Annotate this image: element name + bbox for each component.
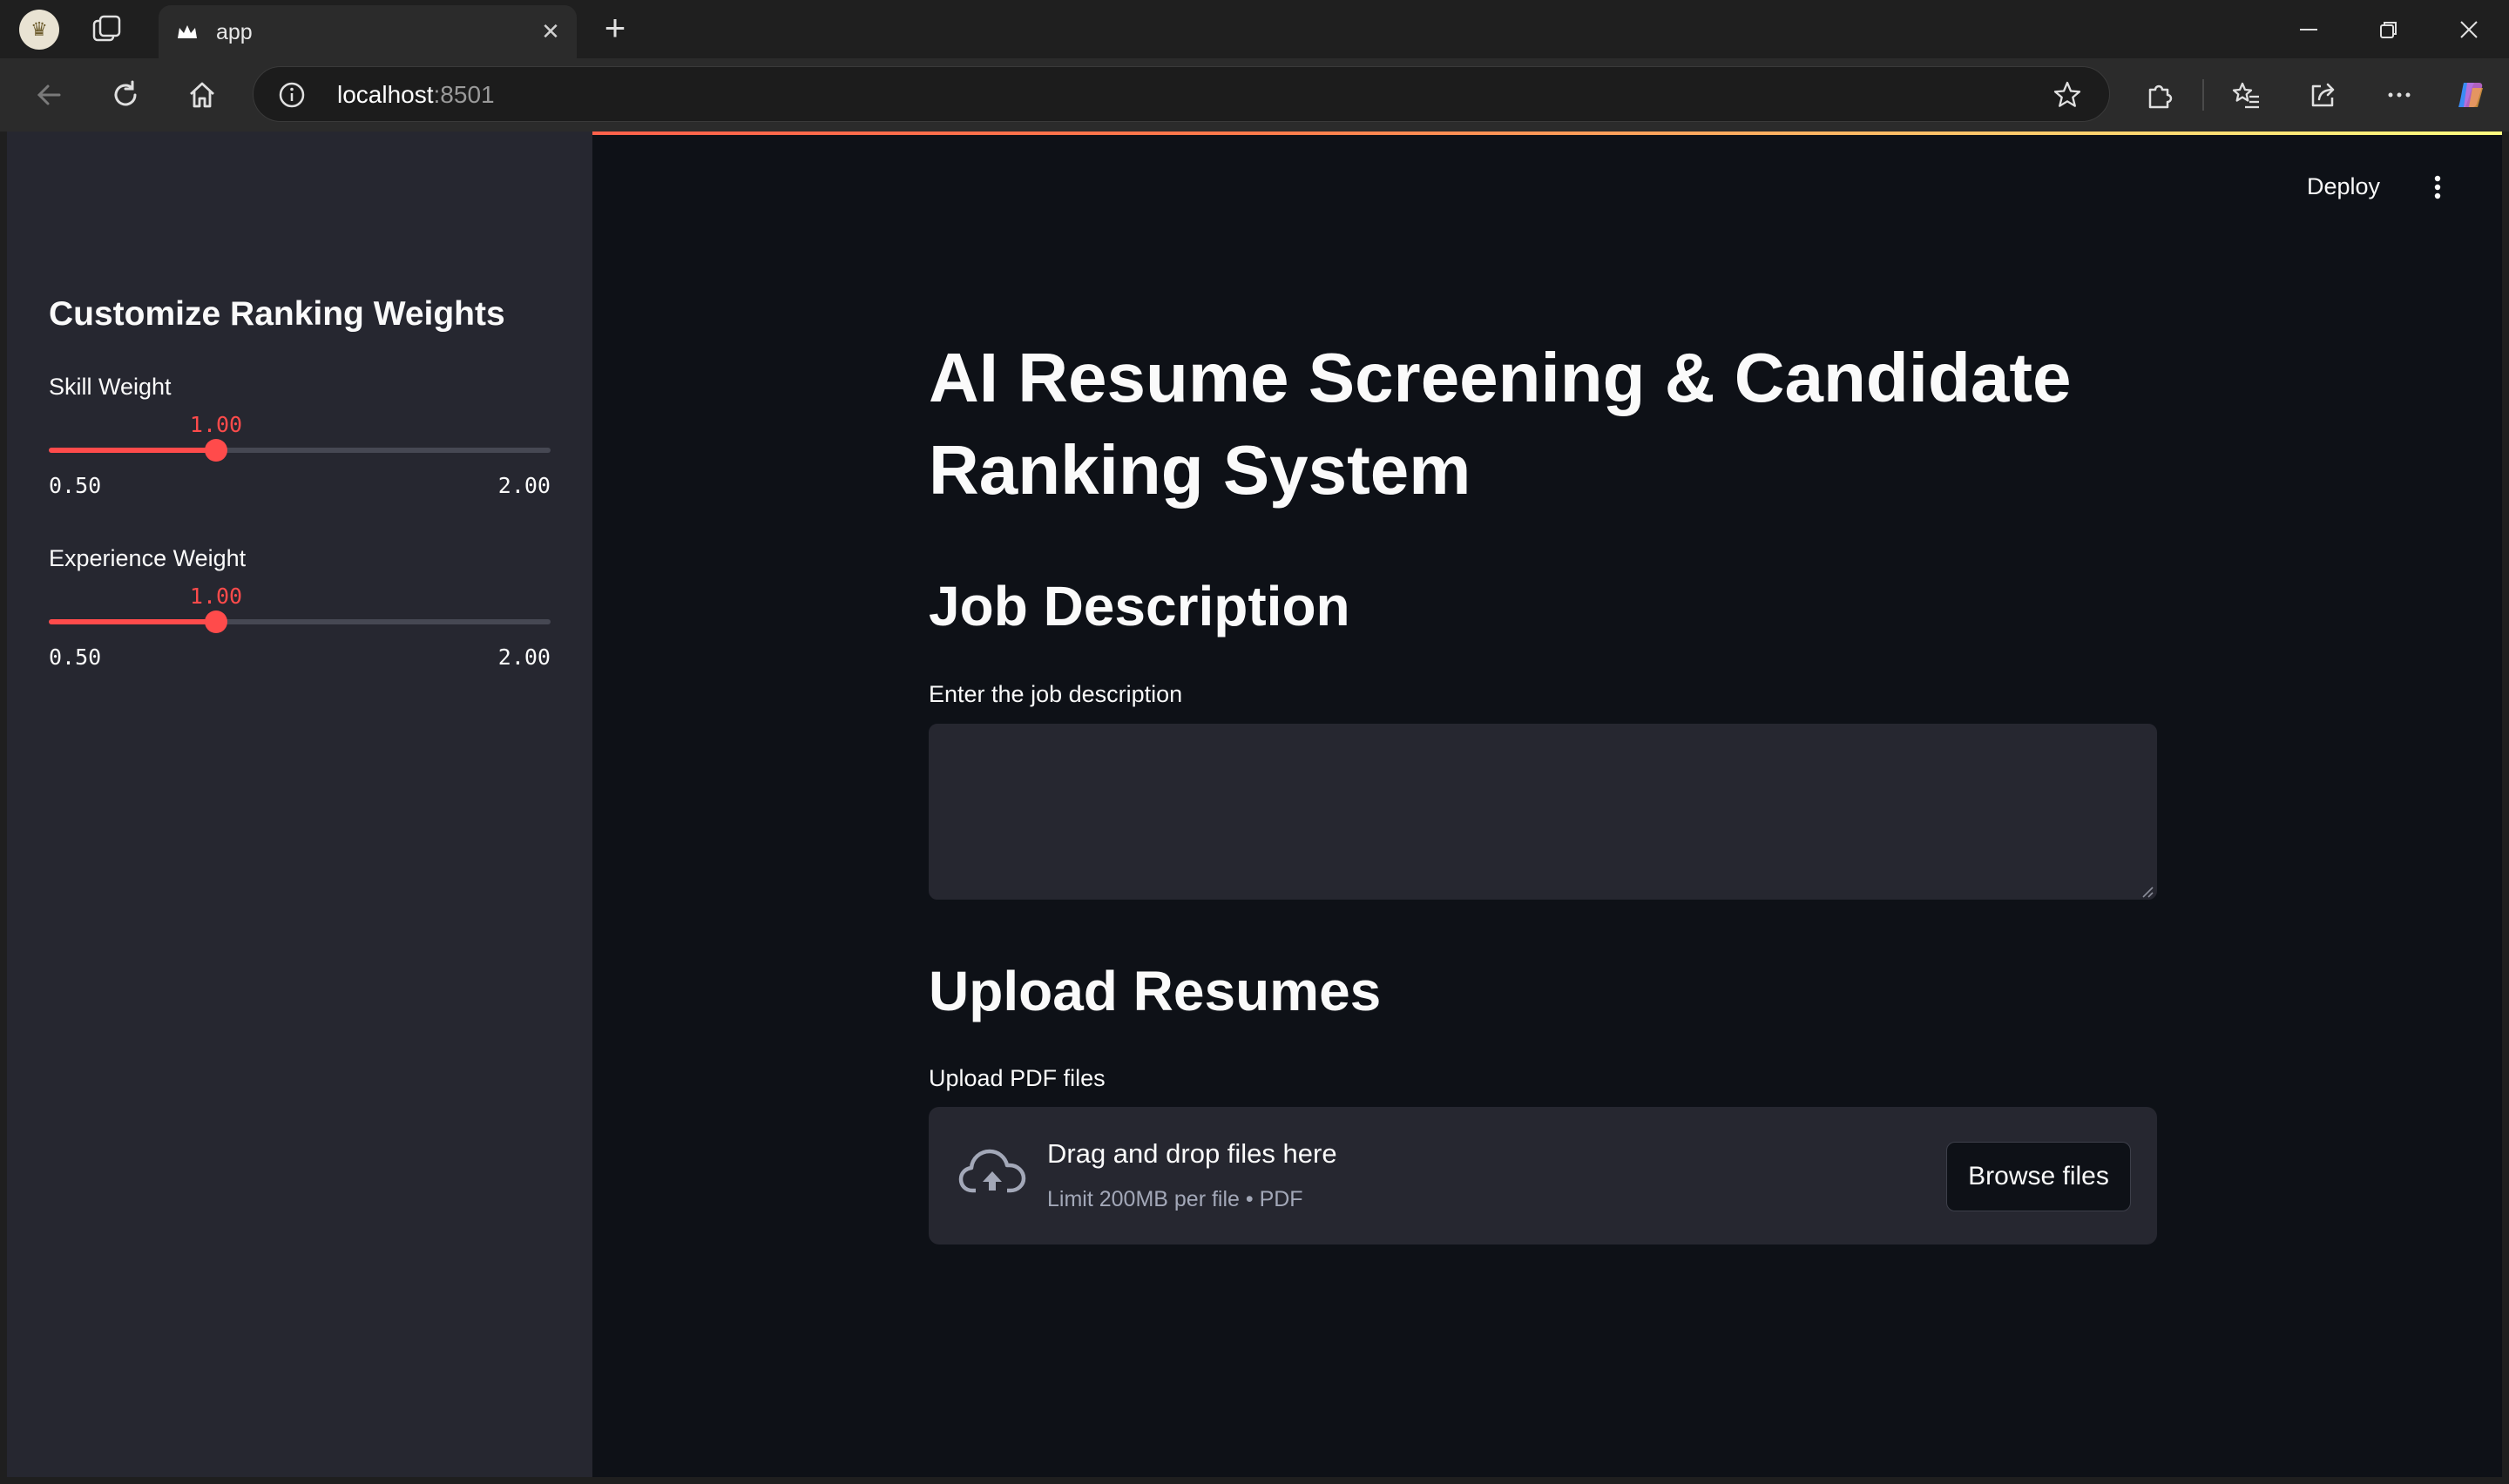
- browse-files-button[interactable]: Browse files: [1946, 1142, 2131, 1211]
- slider-thumb[interactable]: [205, 610, 227, 633]
- restore-icon[interactable]: [2371, 12, 2406, 47]
- slider-fill: [49, 619, 216, 624]
- copilot-icon[interactable]: [2453, 78, 2488, 112]
- slider-label: Skill Weight: [49, 374, 172, 400]
- dropzone-title: Drag and drop files here: [1047, 1138, 1337, 1169]
- favorite-star-icon[interactable]: [2052, 79, 2083, 111]
- tab-title: app: [216, 20, 253, 44]
- upload-label: Upload PDF files: [929, 1065, 1106, 1091]
- job-description-heading: Job Description: [929, 575, 1350, 637]
- cloud-upload-icon: [958, 1147, 1026, 1201]
- extensions-icon[interactable]: [2141, 78, 2176, 112]
- streamlit-crown-icon: [174, 19, 200, 45]
- slider-track[interactable]: [49, 439, 551, 462]
- job-description-label: Enter the job description: [929, 681, 1183, 707]
- new-tab-icon[interactable]: +: [598, 10, 632, 47]
- dropzone-subtitle: Limit 200MB per file • PDF: [1047, 1187, 1303, 1211]
- job-description-textarea[interactable]: [929, 724, 2157, 900]
- slider-value: 1.00: [189, 583, 243, 609]
- address-url: localhost:8501: [337, 81, 495, 109]
- more-menu-icon[interactable]: [2382, 78, 2417, 112]
- skill-weight-slider: Skill Weight 1.00 0.50 2.00: [49, 374, 551, 539]
- slider-max: 2.00: [497, 473, 551, 498]
- deploy-button[interactable]: Deploy: [2307, 173, 2380, 200]
- browser-toolbar: localhost:8501: [0, 58, 2509, 132]
- slider-label: Experience Weight: [49, 545, 247, 571]
- favorites-icon[interactable]: [2228, 78, 2263, 112]
- slider-min: 0.50: [49, 644, 102, 670]
- sidebar-title: Customize Ranking Weights: [49, 295, 505, 333]
- sidebar: Customize Ranking Weights Skill Weight 1…: [7, 132, 592, 1477]
- slider-track[interactable]: [49, 610, 551, 633]
- reload-icon[interactable]: [108, 78, 143, 112]
- close-tab-icon[interactable]: ✕: [537, 17, 565, 45]
- back-icon[interactable]: [31, 78, 66, 112]
- address-bar[interactable]: localhost:8501: [253, 66, 2110, 122]
- home-icon[interactable]: [185, 78, 220, 112]
- close-window-icon[interactable]: [2452, 12, 2486, 47]
- page-viewport: Customize Ranking Weights Skill Weight 1…: [7, 132, 2502, 1477]
- address-port: :8501: [433, 81, 495, 108]
- address-host: localhost: [337, 81, 434, 108]
- workspaces-icon[interactable]: [91, 14, 125, 45]
- slider-fill: [49, 448, 216, 453]
- main-menu-icon[interactable]: [2429, 170, 2446, 205]
- slider-thumb[interactable]: [205, 439, 227, 462]
- slider-value: 1.00: [189, 412, 243, 437]
- site-info-icon[interactable]: [278, 81, 306, 109]
- upload-resumes-heading: Upload Resumes: [929, 960, 1382, 1022]
- browser-tab-bar: ♛ app ✕ +: [0, 0, 2509, 58]
- slider-min: 0.50: [49, 473, 102, 498]
- file-dropzone[interactable]: Drag and drop files here Limit 200MB per…: [929, 1107, 2157, 1245]
- resize-grip-icon[interactable]: [2140, 884, 2154, 898]
- profile-avatar[interactable]: ♛: [19, 10, 59, 50]
- browser-tab[interactable]: app ✕: [159, 5, 577, 58]
- page-title: AI Resume Screening & Candidate Ranking …: [929, 339, 2072, 509]
- slider-max: 2.00: [497, 644, 551, 670]
- share-icon[interactable]: [2305, 78, 2340, 112]
- experience-weight-slider: Experience Weight 1.00 0.50 2.00: [49, 545, 551, 711]
- toolbar-divider: [2202, 79, 2204, 111]
- minimize-icon[interactable]: [2291, 12, 2326, 47]
